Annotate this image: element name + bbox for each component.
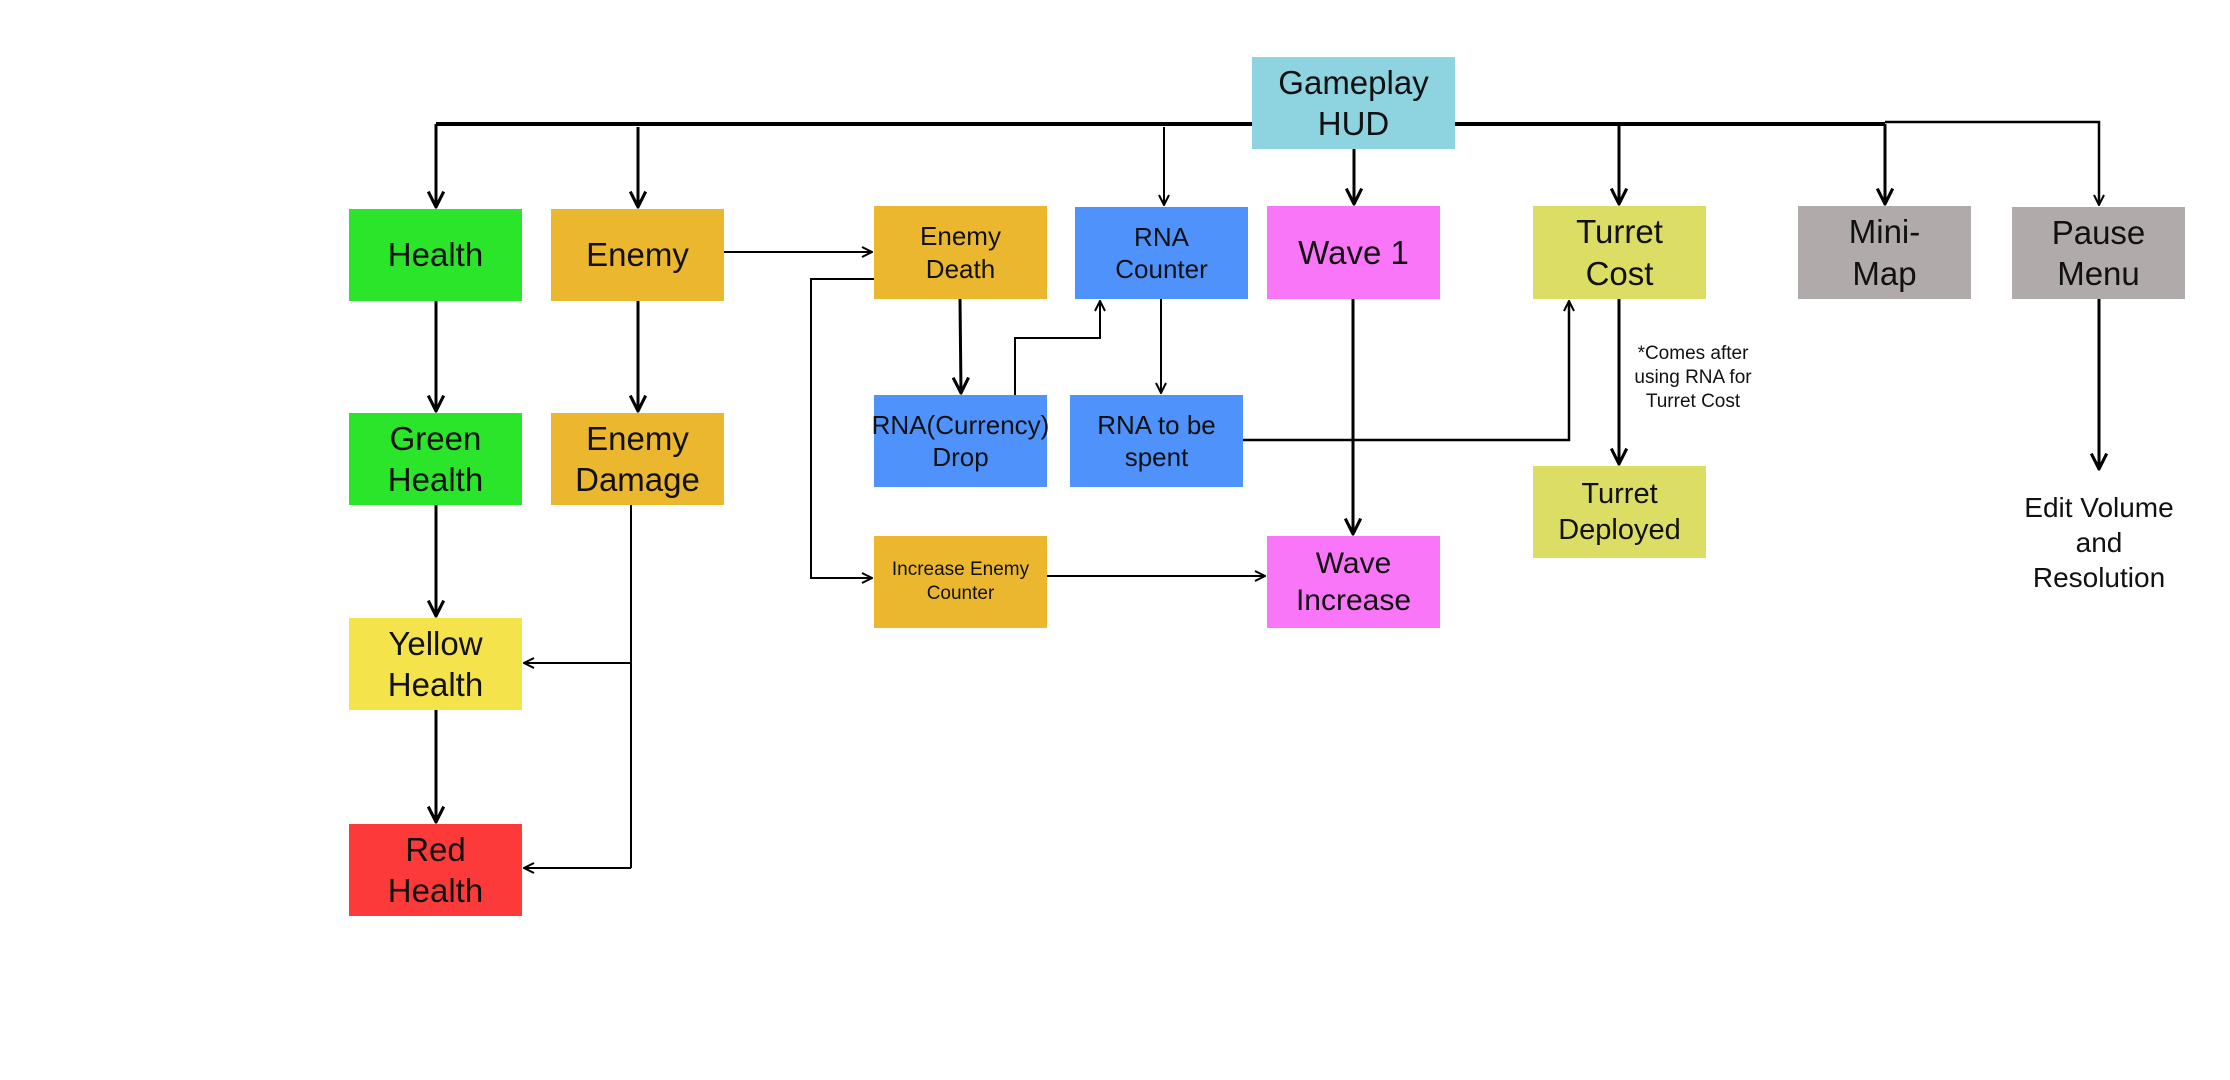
node-wave-increase: Wave Increase bbox=[1267, 536, 1440, 628]
node-enemy: Enemy bbox=[551, 209, 724, 301]
node-wave-1: Wave 1 bbox=[1267, 206, 1440, 299]
hud-bus-line-right bbox=[1885, 120, 2099, 205]
connector-layer bbox=[0, 120, 2230, 1080]
arrow-rna-spent-turret-cost bbox=[1243, 301, 1569, 442]
node-turret-deployed: Turret Deployed bbox=[1533, 466, 1706, 558]
node-mini-map: Mini- Map bbox=[1798, 206, 1971, 299]
node-gameplay-hud: Gameplay HUD bbox=[1252, 57, 1455, 149]
node-green-health: Green Health bbox=[349, 413, 522, 505]
arrow-rna-drop-rna-counter bbox=[1014, 301, 1100, 395]
node-edit-volume-resolution: Edit Volume and Resolution bbox=[2024, 492, 2174, 593]
node-enemy-death: Enemy Death bbox=[874, 206, 1047, 299]
node-increase-enemy-counter: Increase Enemy Counter bbox=[874, 536, 1047, 628]
node-pause-menu: Pause Menu bbox=[2012, 207, 2185, 299]
node-rna-counter: RNA Counter bbox=[1075, 207, 1248, 299]
node-rna-to-be-spent: RNA to be spent bbox=[1070, 395, 1243, 487]
turret-cost-note: *Comes after using RNA for Turret Cost bbox=[1634, 343, 1752, 412]
node-health: Health bbox=[349, 209, 522, 301]
node-red-health: Red Health bbox=[349, 824, 522, 916]
arrow-enemy-death-increase-counter bbox=[810, 278, 874, 578]
arrow-enemy-death-rna-drop bbox=[960, 298, 961, 393]
node-rna-drop: RNA(Currency) Drop bbox=[872, 395, 1049, 487]
node-enemy-damage: Enemy Damage bbox=[551, 413, 724, 505]
node-turret-cost: Turret Cost bbox=[1533, 206, 1706, 299]
node-yellow-health: Yellow Health bbox=[349, 618, 522, 710]
